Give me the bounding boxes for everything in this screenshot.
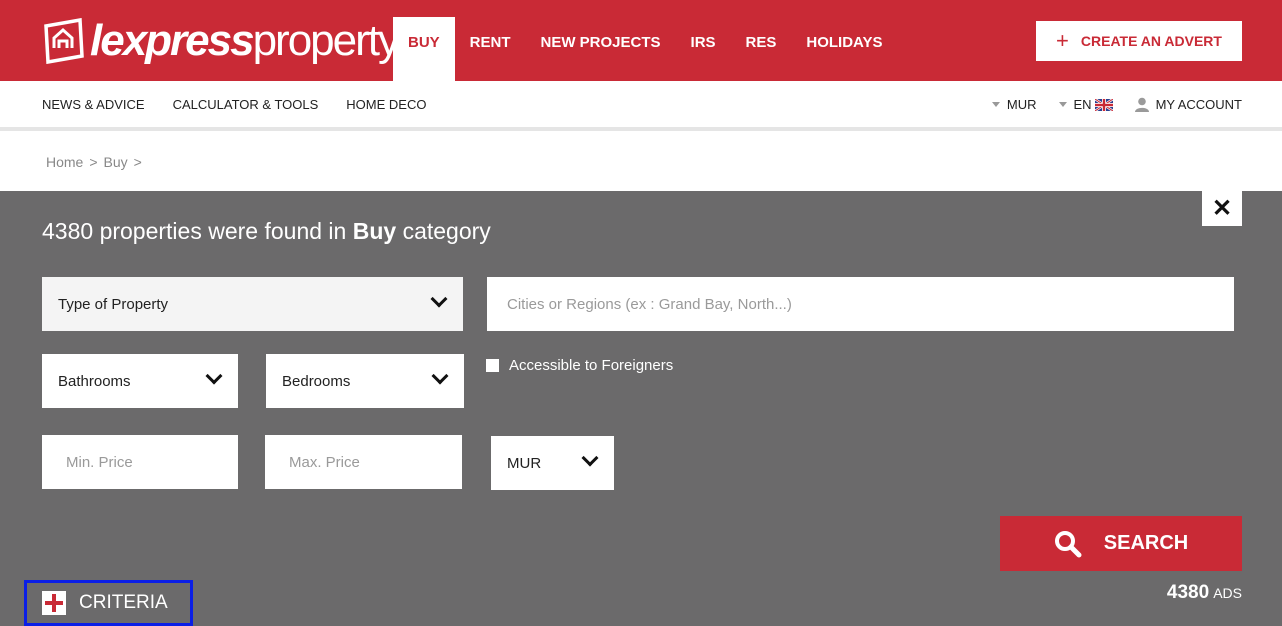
secondary-nav: NEWS & ADVICE CALCULATOR & TOOLS HOME DE… (42, 97, 454, 112)
ads-count-number: 4380 (1166, 582, 1210, 603)
ads-count: 4380 ADS (1167, 582, 1242, 604)
chevron-down-icon (430, 290, 448, 308)
cities-regions-input[interactable]: Cities or Regions (ex : Grand Bay, North… (487, 277, 1234, 331)
cities-regions-placeholder: Cities or Regions (ex : Grand Bay, North… (507, 295, 792, 313)
caret-down-icon (1058, 102, 1067, 107)
secondary-bar: NEWS & ADVICE CALCULATOR & TOOLS HOME DE… (0, 81, 1282, 131)
breadcrumb-separator: > (89, 154, 98, 170)
type-of-property-select[interactable]: Type of Property (42, 277, 463, 331)
results-category: Buy (352, 218, 397, 244)
search-icon (1054, 530, 1082, 557)
currency-selector[interactable]: MUR (991, 97, 1037, 112)
create-advert-label: CREATE AN ADVERT (1080, 33, 1222, 49)
results-text: properties were found in (99, 218, 347, 244)
uk-flag-icon (1094, 98, 1113, 111)
chevron-down-icon (205, 367, 223, 385)
chevron-down-icon (581, 449, 599, 467)
nav-holidays[interactable]: HOLIDAYS (791, 17, 897, 81)
breadcrumb: Home > Buy > (46, 154, 148, 170)
bedrooms-select[interactable]: Bedrooms (266, 354, 464, 408)
logo-house-icon (44, 18, 84, 64)
main-nav: BUY RENT NEW PROJECTS IRS RES HOLIDAYS (393, 17, 898, 81)
results-heading: 4380 properties were found in Buy catego… (42, 218, 491, 245)
max-price-input[interactable]: Max. Price (265, 435, 462, 489)
plus-icon (42, 591, 66, 615)
search-label: SEARCH (1103, 532, 1189, 554)
breadcrumb-separator: > (133, 154, 142, 170)
ads-count-label: ADS (1213, 585, 1242, 601)
language-selector[interactable]: EN (1058, 97, 1113, 112)
min-price-input[interactable]: Min. Price (42, 435, 238, 489)
language-label: EN (1073, 97, 1092, 112)
user-icon (1134, 97, 1149, 112)
utility-nav: MUR EN MY ACCOUNT (970, 97, 1242, 112)
search-button[interactable]: SEARCH (1000, 516, 1242, 571)
nav-new-projects[interactable]: NEW PROJECTS (526, 17, 676, 81)
criteria-toggle[interactable]: CRITERIA (24, 580, 193, 626)
nav-buy[interactable]: BUY (393, 17, 455, 81)
currency-label: MUR (1006, 97, 1037, 112)
min-price-placeholder: Min. Price (66, 453, 133, 471)
foreigners-checkbox[interactable] (486, 359, 499, 372)
type-of-property-label: Type of Property (58, 295, 169, 313)
close-button[interactable]: ✕ (1202, 191, 1242, 226)
close-icon: ✕ (1211, 195, 1233, 222)
plus-icon: + (1056, 28, 1069, 53)
chevron-down-icon (431, 367, 449, 385)
bathrooms-select[interactable]: Bathrooms (42, 354, 238, 408)
caret-down-icon (991, 102, 1000, 107)
nav-rent[interactable]: RENT (455, 17, 526, 81)
nav-calculator-tools[interactable]: CALCULATOR & TOOLS (173, 97, 319, 112)
site-logo[interactable]: lexpressproperty (42, 14, 400, 68)
breadcrumb-home[interactable]: Home (46, 154, 83, 170)
bedrooms-label: Bedrooms (282, 372, 351, 390)
nav-irs[interactable]: IRS (676, 17, 731, 81)
create-advert-button[interactable]: + CREATE AN ADVERT (1036, 21, 1242, 61)
breadcrumb-buy[interactable]: Buy (104, 154, 128, 170)
nav-res[interactable]: RES (731, 17, 792, 81)
price-currency-label: MUR (507, 454, 542, 472)
nav-news-advice[interactable]: NEWS & ADVICE (42, 97, 145, 112)
criteria-label: CRITERIA (79, 592, 168, 613)
bathrooms-label: Bathrooms (58, 372, 131, 390)
results-suffix: category (402, 218, 491, 244)
my-account-label: MY ACCOUNT (1155, 97, 1242, 112)
foreigners-label[interactable]: Accessible to Foreigners (509, 357, 673, 374)
my-account-link[interactable]: MY ACCOUNT (1134, 97, 1242, 112)
max-price-placeholder: Max. Price (289, 453, 360, 471)
nav-home-deco[interactable]: HOME DECO (346, 97, 426, 112)
price-currency-select[interactable]: MUR (491, 436, 614, 490)
top-header: lexpressproperty BUY RENT NEW PROJECTS I… (0, 0, 1282, 81)
foreigners-checkbox-row: Accessible to Foreigners (486, 357, 673, 374)
logo-wordmark: lexpressproperty (90, 16, 400, 65)
results-count: 4380 (42, 218, 94, 244)
